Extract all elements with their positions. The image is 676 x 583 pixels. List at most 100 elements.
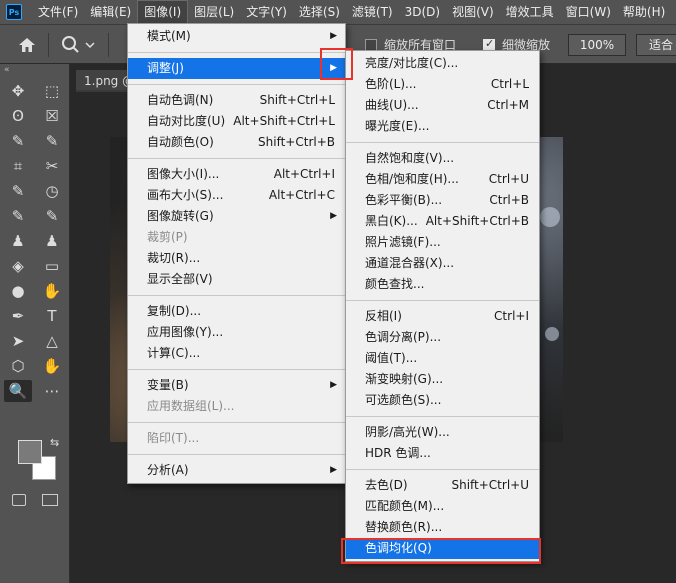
menubar-item-5[interactable]: 选择(S) [293,0,346,24]
adjust-menu-item-11[interactable]: 颜色查找... [346,274,539,295]
menu-separator [346,416,539,417]
marquee-icon[interactable]: ⬚ [38,80,66,102]
adjust-menu-item-3[interactable]: 曝光度(E)... [346,116,539,137]
pen-icon[interactable]: ✒ [4,305,32,327]
adjust-menu-item-13[interactable]: 反相(I) Ctrl+I [346,306,539,327]
lasso-icon[interactable]: ʘ [4,105,32,127]
brush-icon[interactable]: ✎ [4,205,32,227]
adjust-menu-item-22[interactable]: 去色(D) Shift+Ctrl+U [346,475,539,496]
ellipse-icon[interactable]: ⬡ [4,355,32,377]
crop-frame-icon[interactable]: ◷ [38,180,66,202]
eyedropper-icon[interactable]: ✎ [38,130,66,152]
image-menu-item-label: 画布大小(S)... [147,188,224,202]
quick-select-icon[interactable]: ✎ [4,130,32,152]
more-icon[interactable]: ⋯ [38,380,66,402]
adjust-menu-item-label: 匹配颜色(M)... [365,499,445,513]
gradient-icon[interactable]: ▭ [38,255,66,277]
adjust-menu-item-10[interactable]: 通道混合器(X)... [346,253,539,274]
image-menu-item-17[interactable]: 计算(C)... [128,343,345,364]
image-menu-item-label: 应用图像(Y)... [147,325,224,339]
adjust-menu-item-label: 自然饱和度(V)... [365,151,455,165]
image-menu-item-10[interactable]: 图像旋转(G) ▶ [128,206,345,227]
heal-icon[interactable]: ✎ [4,180,32,202]
frame-icon[interactable]: ☒ [38,105,66,127]
image-menu-item-12[interactable]: 裁切(R)... [128,248,345,269]
adjustments-submenu: 亮度/对比度(C)... 色阶(L)... Ctrl+L 曲线(U)... Ctrl+M… [345,50,540,562]
screen-mode-icon[interactable] [42,494,58,506]
image-menu-item-16[interactable]: 应用图像(Y)... [128,322,345,343]
image-menu-item-9[interactable]: 画布大小(S)... Alt+Ctrl+C [128,185,345,206]
adjust-menu-item-1[interactable]: 色阶(L)... Ctrl+L [346,74,539,95]
dodge-icon[interactable]: ✋ [38,280,66,302]
patch-icon[interactable]: ✂ [38,155,66,177]
adjust-menu-item-shortcut: Ctrl+U [488,172,529,186]
eraser-icon[interactable]: ◈ [4,255,32,277]
adjust-menu-item-6[interactable]: 色相/饱和度(H)... Ctrl+U [346,169,539,190]
path-select-icon[interactable]: ➤ [4,330,32,352]
menubar-item-10[interactable]: 窗口(W) [560,0,617,24]
menu-separator [346,300,539,301]
menubar-item-3[interactable]: 图层(L) [188,0,240,24]
foreground-color-swatch[interactable] [18,440,42,464]
menubar-item-4[interactable]: 文字(Y) [240,0,293,24]
menubar-item-1[interactable]: 编辑(E) [84,0,137,24]
image-menu-item-6[interactable]: 自动颜色(O) Shift+Ctrl+B [128,132,345,153]
image-menu-item-5[interactable]: 自动对比度(U) Alt+Shift+Ctrl+L [128,111,345,132]
menubar-item-9[interactable]: 增效工具 [500,0,560,24]
adjust-menu-item-16[interactable]: 渐变映射(G)... [346,369,539,390]
adjust-menu-item-5[interactable]: 自然饱和度(V)... [346,148,539,169]
zoom-icon[interactable]: 🔍 [4,380,32,402]
adjust-menu-item-9[interactable]: 照片滤镜(F)... [346,232,539,253]
adjust-menu-item-shortcut: Ctrl+B [489,193,529,207]
adjust-menu-item-17[interactable]: 可选颜色(S)... [346,390,539,411]
collapse-toggle[interactable]: « [0,64,69,76]
home-icon[interactable] [18,37,36,53]
shape-icon[interactable]: △ [38,330,66,352]
adjust-menu-item-shortcut: Ctrl+L [490,77,529,91]
adjust-menu-item-15[interactable]: 阈值(T)... [346,348,539,369]
image-menu-item-2[interactable]: 调整(J) ▶ [128,58,345,79]
adjust-menu-item-23[interactable]: 匹配颜色(M)... [346,496,539,517]
image-menu-item-13[interactable]: 显示全部(V) [128,269,345,290]
menubar-item-7[interactable]: 3D(D) [399,0,446,24]
image-menu-item-label: 裁切(R)... [147,251,201,265]
adjust-menu-item-24[interactable]: 替换颜色(R)... [346,517,539,538]
image-menu-item-4[interactable]: 自动色调(N) Shift+Ctrl+L [128,90,345,111]
zoom-100-button[interactable]: 100% [568,34,626,56]
menu-separator [128,52,345,53]
color-sampler-icon[interactable]: ✎ [38,205,66,227]
crop-icon[interactable]: ⌗ [4,155,32,177]
image-menu-item-label: 应用数据组(L)... [147,399,235,413]
image-menu-item-shortcut: Alt+Ctrl+I [273,167,335,181]
adjust-menu-item-8[interactable]: 黑白(K)... Alt+Shift+Ctrl+B [346,211,539,232]
hand-icon[interactable]: ✋ [38,355,66,377]
image-menu-item-8[interactable]: 图像大小(I)... Alt+Ctrl+I [128,164,345,185]
submenu-arrow-icon: ▶ [330,380,337,390]
image-menu-item-24[interactable]: 分析(A) ▶ [128,460,345,481]
type-icon[interactable]: T [38,305,66,327]
adjust-menu-item-14[interactable]: 色调分离(P)... [346,327,539,348]
clone-stamp-icon[interactable]: ♟ [4,230,32,252]
swap-colors-icon[interactable]: ⇆ [50,436,59,449]
adjust-menu-item-2[interactable]: 曲线(U)... Ctrl+M [346,95,539,116]
move-icon[interactable]: ✥ [4,80,32,102]
menu-separator [128,158,345,159]
menubar-item-8[interactable]: 视图(V) [446,0,500,24]
quick-mask-icon[interactable] [12,494,26,506]
image-menu-item-15[interactable]: 复制(D)... [128,301,345,322]
menubar-item-11[interactable]: 帮助(H) [617,0,671,24]
menubar-item-0[interactable]: 文件(F) [32,0,84,24]
adjust-menu-item-7[interactable]: 色彩平衡(B)... Ctrl+B [346,190,539,211]
adjust-menu-item-20[interactable]: HDR 色调... [346,443,539,464]
adjust-menu-item-19[interactable]: 阴影/高光(W)... [346,422,539,443]
adjust-menu-item-label: 曝光度(E)... [365,119,430,133]
image-menu-item-0[interactable]: 模式(M) ▶ [128,26,345,47]
fit-screen-button[interactable]: 适合 [636,34,676,56]
image-menu-item-19[interactable]: 变量(B) ▶ [128,375,345,396]
menubar-item-2[interactable]: 图像(I) [137,0,189,24]
adjust-menu-item-0[interactable]: 亮度/对比度(C)... [346,53,539,74]
history-brush-icon[interactable]: ♟ [38,230,66,252]
blur-icon[interactable]: ● [4,280,32,302]
menubar-item-6[interactable]: 滤镜(T) [346,0,399,24]
zoom-tool-preset-icon[interactable] [60,35,100,55]
